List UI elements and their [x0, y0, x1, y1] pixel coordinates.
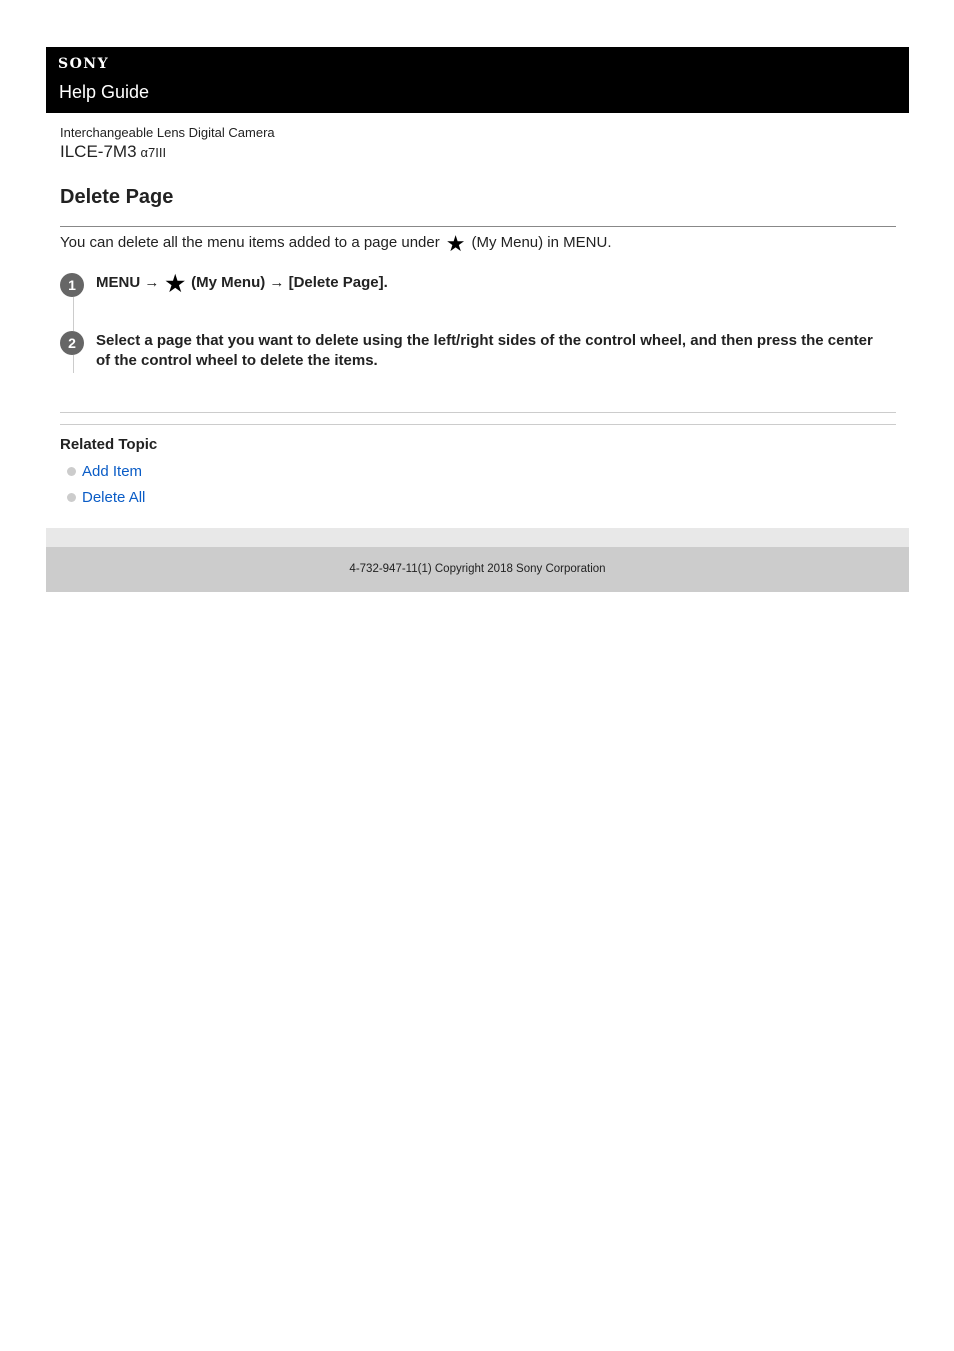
model-name: ILCE-7M3 — [60, 142, 137, 161]
product-model: ILCE-7M3 α7III — [60, 142, 166, 162]
step-text-before: MENU → — [96, 274, 160, 291]
footer-top-band — [46, 528, 909, 547]
related-topic-heading: Related Topic — [60, 436, 158, 453]
step-number-badge: 1 — [60, 273, 84, 297]
intro-text-after: (My Menu) in MENU. — [471, 234, 612, 251]
intro-text-before: You can delete all the menu items added … — [60, 234, 440, 251]
model-alias: α7III — [140, 145, 167, 160]
section-divider — [60, 424, 896, 425]
header-bar: SONY Help Guide — [46, 47, 909, 113]
copyright-text: 4-732-947-11(1) Copyright 2018 Sony Corp… — [349, 563, 606, 575]
sony-logo: SONY — [58, 56, 110, 72]
bullet-icon — [67, 467, 76, 476]
page-title: Delete Page — [60, 186, 174, 208]
related-link-item: Delete All — [67, 489, 145, 506]
step-connector — [73, 297, 74, 331]
product-category: Interchangeable Lens Digital Camera — [60, 125, 275, 140]
step-connector — [73, 355, 74, 373]
star-icon: ★ — [165, 271, 186, 296]
help-guide-title: Help Guide — [59, 82, 150, 102]
step-text: MENU → ★ (My Menu) → [Delete Page]. — [96, 271, 876, 296]
step-text: Select a page that you want to delete us… — [96, 332, 873, 369]
title-divider — [60, 226, 896, 227]
footer: 4-732-947-11(1) Copyright 2018 Sony Corp… — [46, 547, 909, 592]
step-number-badge: 2 — [60, 331, 84, 355]
intro-text: You can delete all the menu items added … — [60, 231, 612, 256]
step-text-after: (My Menu) → [Delete Page]. — [191, 274, 388, 291]
related-link-item: Add Item — [67, 463, 142, 480]
bullet-icon — [67, 493, 76, 502]
related-link-delete-all[interactable]: Delete All — [82, 489, 145, 506]
section-divider — [60, 412, 896, 413]
related-link-add-item[interactable]: Add Item — [82, 463, 142, 480]
star-icon: ★ — [445, 231, 466, 256]
